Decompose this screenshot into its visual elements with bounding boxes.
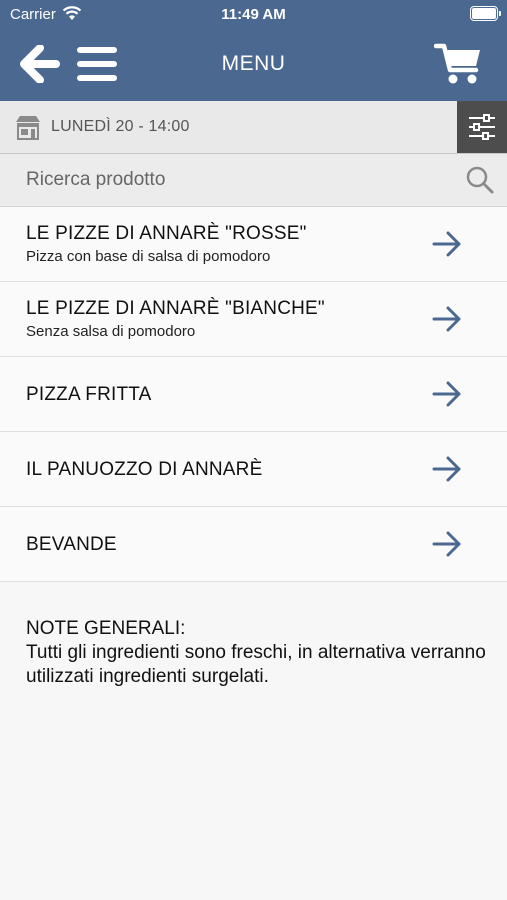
nav-bar: MENU — [0, 28, 507, 101]
arrow-right-icon — [432, 381, 461, 407]
category-title: LE PIZZE DI ANNARÈ "ROSSE" — [26, 223, 307, 244]
sliders-icon — [469, 114, 495, 140]
category-list: LE PIZZE DI ANNARÈ "ROSSE" Pizza con bas… — [0, 207, 507, 582]
search-input[interactable] — [0, 154, 466, 206]
category-row-bianche[interactable]: LE PIZZE DI ANNARÈ "BIANCHE" Senza salsa… — [0, 282, 507, 357]
schedule-bar[interactable]: LUNEDÌ 20 - 14:00 — [0, 101, 507, 154]
category-title: LE PIZZE DI ANNARÈ "BIANCHE" — [26, 298, 325, 319]
category-title: IL PANUOZZO DI ANNARÈ — [26, 459, 263, 480]
filter-button[interactable] — [457, 101, 507, 153]
category-row-pizza-fritta[interactable]: PIZZA FRITTA — [0, 357, 507, 432]
notes-body: Tutti gli ingredienti sono freschi, in a… — [26, 642, 486, 687]
arrow-right-icon — [432, 231, 461, 257]
category-row-panuozzo[interactable]: IL PANUOZZO DI ANNARÈ — [0, 432, 507, 507]
category-subtitle: Senza salsa di pomodoro — [26, 323, 196, 340]
category-row-rosse[interactable]: LE PIZZE DI ANNARÈ "ROSSE" Pizza con bas… — [0, 207, 507, 282]
arrow-right-icon — [432, 531, 461, 557]
schedule-label: LUNEDÌ 20 - 14:00 — [51, 118, 190, 135]
page-title: MENU — [221, 52, 286, 75]
notes-heading: NOTE GENERALI: — [26, 618, 186, 639]
cart-button[interactable] — [433, 42, 482, 86]
category-subtitle: Pizza con base di salsa di pomodoro — [26, 248, 271, 265]
cart-icon — [433, 43, 480, 84]
category-title: PIZZA FRITTA — [26, 384, 152, 405]
arrow-right-icon — [432, 306, 461, 332]
battery-icon — [470, 6, 501, 21]
status-bar: Carrier 11:49 AM — [0, 0, 507, 28]
search-icon[interactable] — [465, 165, 495, 195]
category-row-bevande[interactable]: BEVANDE — [0, 507, 507, 582]
general-notes: NOTE GENERALI: Tutti gli ingredienti son… — [26, 617, 486, 689]
top-bar: Carrier 11:49 AM MENU — [0, 0, 507, 101]
arrow-right-icon — [432, 456, 461, 482]
status-time: 11:49 AM — [221, 6, 286, 23]
search-bar — [0, 154, 507, 207]
shop-icon — [16, 116, 40, 140]
category-title: BEVANDE — [26, 534, 117, 555]
